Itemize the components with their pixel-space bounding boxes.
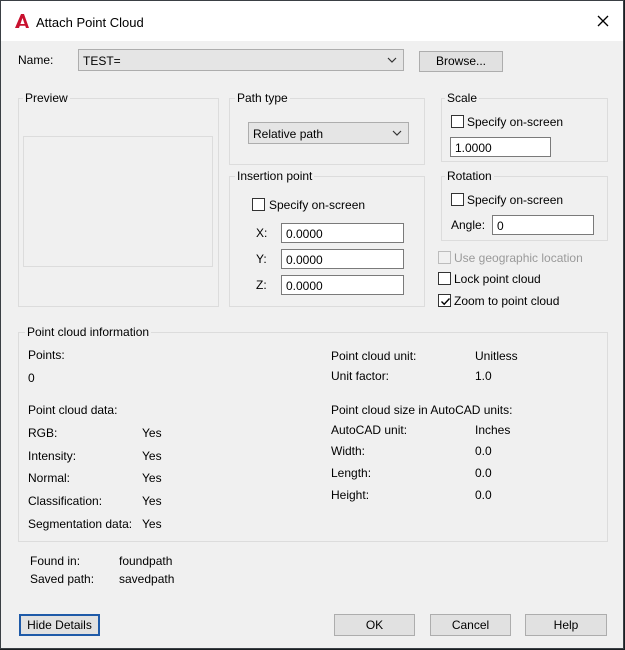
help-button[interactable]: Help xyxy=(525,614,607,636)
scale-label: Scale xyxy=(445,91,480,105)
chevron-down-icon xyxy=(387,57,397,63)
saved-path-value: savedpath xyxy=(119,572,175,586)
unit-factor-label: Unit factor: xyxy=(331,369,390,383)
autocad-unit-label: AutoCAD unit: xyxy=(331,423,408,437)
intensity-label: Intensity: xyxy=(28,449,77,463)
point-cloud-unit-label: Point cloud unit: xyxy=(331,349,417,363)
length-label: Length: xyxy=(331,466,372,480)
scale-specify-label: Specify on-screen xyxy=(467,115,564,129)
z-input[interactable]: 0.0000 xyxy=(281,275,404,295)
x-input[interactable]: 0.0000 xyxy=(281,223,404,243)
classification-value: Yes xyxy=(142,494,162,508)
unit-factor-value: 1.0 xyxy=(475,369,492,383)
height-value: 0.0 xyxy=(475,488,492,502)
zoom-to-point-cloud-checkbox[interactable] xyxy=(438,294,451,307)
found-in-label: Found in: xyxy=(30,554,81,568)
geographic-location-label: Use geographic location xyxy=(454,251,583,265)
points-label: Points: xyxy=(28,348,65,362)
autocad-unit-value: Inches xyxy=(475,423,511,437)
point-cloud-unit-value: Unitless xyxy=(475,349,518,363)
lock-point-cloud-checkbox[interactable] xyxy=(438,272,451,285)
window-title: Attach Point Cloud xyxy=(36,15,144,30)
rotation-specify-label: Specify on-screen xyxy=(467,193,564,207)
point-cloud-size-label: Point cloud size in AutoCAD units: xyxy=(331,403,513,417)
name-value: TEST= xyxy=(83,54,121,68)
close-icon[interactable] xyxy=(593,11,613,31)
rgb-label: RGB: xyxy=(28,426,58,440)
normal-label: Normal: xyxy=(28,471,71,485)
point-cloud-info-group xyxy=(18,332,608,542)
saved-path-label: Saved path: xyxy=(30,572,95,586)
z-label: Z: xyxy=(256,278,267,292)
segmentation-label: Segmentation data: xyxy=(28,517,133,531)
name-dropdown[interactable]: TEST= xyxy=(78,49,404,71)
angle-label: Angle: xyxy=(451,218,486,232)
scale-specify-checkbox[interactable] xyxy=(451,115,464,128)
found-in-value: foundpath xyxy=(119,554,173,568)
path-type-label: Path type xyxy=(235,91,290,105)
point-cloud-info-label: Point cloud information xyxy=(25,325,152,339)
y-input[interactable]: 0.0000 xyxy=(281,249,404,269)
title-bar: Attach Point Cloud xyxy=(1,1,623,41)
insertion-specify-checkbox[interactable] xyxy=(252,198,265,211)
hide-details-button[interactable]: Hide Details xyxy=(19,614,100,636)
insertion-specify-label: Specify on-screen xyxy=(269,198,366,212)
intensity-value: Yes xyxy=(142,449,162,463)
normal-value: Yes xyxy=(142,471,162,485)
rgb-value: Yes xyxy=(142,426,162,440)
rotation-specify-checkbox[interactable] xyxy=(451,193,464,206)
cancel-button[interactable]: Cancel xyxy=(430,614,511,636)
name-label: Name: xyxy=(18,53,54,67)
points-value: 0 xyxy=(28,371,35,385)
point-cloud-data-label: Point cloud data: xyxy=(28,403,118,417)
lock-point-cloud-label: Lock point cloud xyxy=(454,272,541,286)
browse-button[interactable]: Browse... xyxy=(419,51,503,72)
preview-label: Preview xyxy=(23,91,70,105)
angle-input[interactable]: 0 xyxy=(492,215,594,235)
y-label: Y: xyxy=(256,252,267,266)
zoom-to-point-cloud-label: Zoom to point cloud xyxy=(454,294,560,308)
geographic-location-checkbox[interactable] xyxy=(438,251,451,264)
preview-image xyxy=(23,136,213,267)
insertion-point-label: Insertion point xyxy=(235,169,315,183)
checkmark-icon xyxy=(441,298,451,306)
rotation-label: Rotation xyxy=(445,169,494,183)
x-label: X: xyxy=(256,226,268,240)
classification-label: Classification: xyxy=(28,494,103,508)
attach-point-cloud-dialog: Attach Point Cloud Name: TEST= Browse...… xyxy=(0,0,624,649)
width-value: 0.0 xyxy=(475,444,492,458)
path-type-dropdown[interactable]: Relative path xyxy=(248,122,409,144)
scale-input[interactable]: 1.0000 xyxy=(450,137,551,157)
segmentation-value: Yes xyxy=(142,517,162,531)
autocad-logo-icon xyxy=(15,14,29,28)
length-value: 0.0 xyxy=(475,466,492,480)
width-label: Width: xyxy=(331,444,366,458)
ok-button[interactable]: OK xyxy=(334,614,415,636)
path-type-value: Relative path xyxy=(253,127,324,141)
height-label: Height: xyxy=(331,488,370,502)
chevron-down-icon xyxy=(392,130,402,136)
